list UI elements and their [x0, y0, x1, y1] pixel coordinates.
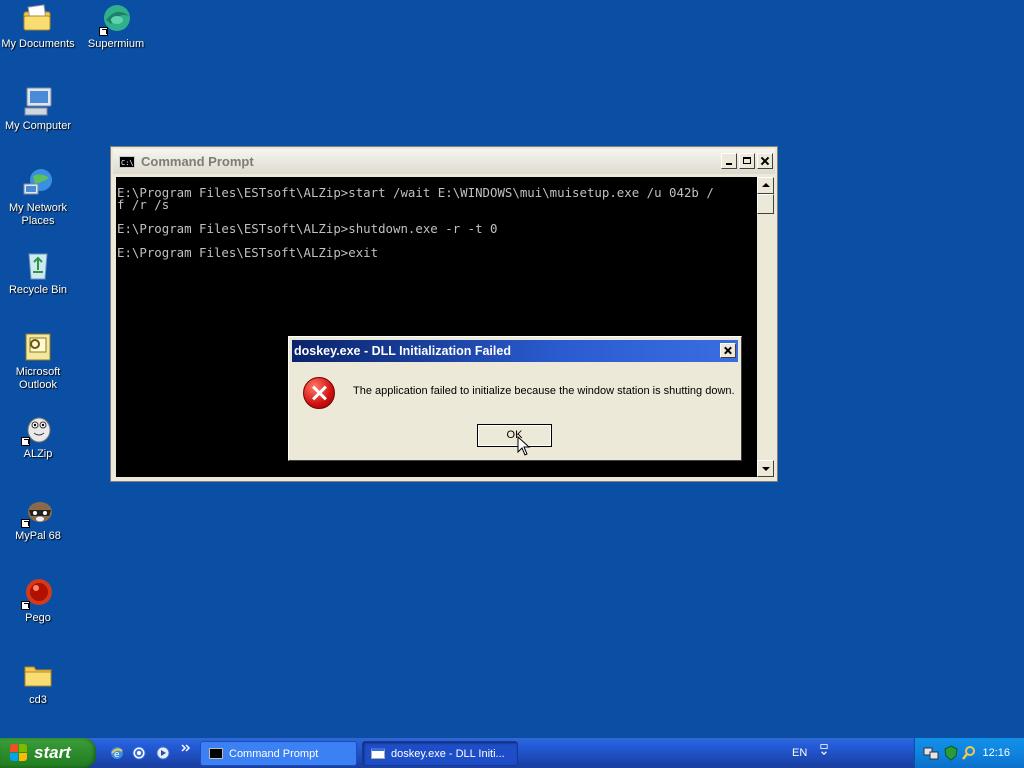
desktop-icon-label: Microsoft Outlook [15, 366, 61, 391]
window-icon [371, 748, 385, 759]
language-bar-options-icon[interactable] [816, 743, 832, 759]
desktop-icon-label: Pego [25, 612, 51, 624]
folder-icon [21, 658, 55, 692]
system-tray: 12:16 [914, 738, 1024, 768]
desktop-icon-my-computer[interactable]: My Computer [0, 84, 76, 133]
desktop-icon-label: cd3 [29, 694, 47, 706]
svg-text:e: e [114, 750, 120, 760]
network-connection-icon[interactable] [923, 745, 939, 761]
desktop-icon-cd3[interactable]: cd3 [0, 658, 76, 707]
network-icon [21, 166, 55, 200]
mypal-icon [21, 494, 55, 528]
browser-icon [99, 2, 133, 36]
folder-documents-icon [21, 2, 55, 36]
outlook-icon [21, 330, 55, 364]
console-icon: C:\ [119, 155, 135, 168]
scroll-down-arrow-icon[interactable] [757, 460, 774, 477]
quick-launch-overflow-icon[interactable] [180, 741, 196, 757]
scroll-up-arrow-icon[interactable] [757, 177, 774, 194]
error-message: The application failed to initialize bec… [353, 385, 735, 397]
desktop-icon-label: Recycle Bin [8, 284, 68, 296]
taskbar-button-label: doskey.exe - DLL Initi... [391, 747, 505, 760]
vertical-scrollbar[interactable] [757, 177, 774, 477]
desktop-icon-mypal-68[interactable]: MyPal 68 [0, 494, 76, 543]
console-line: E:\Program Files\ESTsoft\ALZip>start /wa… [117, 185, 714, 200]
desktop-icon-my-documents[interactable]: My Documents [0, 2, 76, 51]
shortcut-arrow-icon [21, 519, 30, 528]
start-label: start [34, 743, 71, 762]
taskbar-button-doskey-dialog[interactable]: doskey.exe - DLL Initi... [362, 741, 518, 766]
shortcut-arrow-icon [99, 27, 108, 36]
start-button[interactable]: start [0, 738, 96, 768]
desktop-icon-pego[interactable]: Pego [0, 576, 76, 625]
taskbar: start e Command Prompt doskey.exe - DLL … [0, 738, 1024, 768]
dialog-title: doskey.exe - DLL Initialization Failed [294, 344, 511, 358]
error-dialog[interactable]: doskey.exe - DLL Initialization Failed T… [288, 336, 742, 461]
media-player-icon[interactable] [155, 745, 171, 761]
security-shield-icon[interactable] [943, 745, 959, 761]
desktop-icon-my-network-places[interactable]: My Network Places [0, 166, 76, 228]
search-icon[interactable] [961, 745, 977, 761]
console-icon [209, 748, 223, 759]
ok-button[interactable]: OK [477, 424, 552, 447]
desktop-icon-label: ALZip [23, 448, 53, 460]
window-title: Command Prompt [141, 154, 254, 169]
outlook-express-icon[interactable] [131, 745, 147, 761]
shortcut-arrow-icon [21, 437, 30, 446]
scrollbar-thumb[interactable] [757, 194, 774, 214]
desktop-icon-supermium[interactable]: Supermium [78, 2, 154, 51]
minimize-button[interactable] [721, 153, 737, 169]
desktop-icon-label: MyPal 68 [15, 530, 61, 542]
desktop-icon-label: Supermium [87, 38, 145, 50]
internet-explorer-icon[interactable]: e [109, 745, 125, 761]
error-icon [303, 377, 335, 409]
console-line: E:\Program Files\ESTsoft\ALZip>shutdown.… [117, 221, 498, 236]
desktop-icon-recycle-bin[interactable]: Recycle Bin [0, 248, 76, 297]
desktop-icon-microsoft-outlook[interactable]: Microsoft Outlook [0, 330, 76, 392]
console-line: f /r /s [117, 197, 170, 212]
taskbar-button-label: Command Prompt [229, 747, 319, 760]
desktop-icon-alzip[interactable]: ALZip [0, 412, 76, 461]
alzip-icon [21, 412, 55, 446]
error-dialog-titlebar[interactable]: doskey.exe - DLL Initialization Failed [292, 340, 738, 362]
windows-logo-icon [10, 744, 28, 762]
pego-icon [21, 576, 55, 610]
close-button[interactable] [757, 153, 773, 169]
shortcut-arrow-icon [21, 601, 30, 610]
console-line: E:\Program Files\ESTsoft\ALZip>exit [117, 245, 379, 260]
desktop-icon-label: My Computer [4, 120, 72, 132]
command-prompt-titlebar[interactable]: C:\ Command Prompt [113, 149, 775, 174]
clock[interactable]: 12:16 [982, 747, 1010, 759]
desktop-icon-label: My Documents [1, 38, 75, 50]
maximize-button[interactable] [739, 153, 755, 169]
taskbar-button-command-prompt[interactable]: Command Prompt [200, 741, 357, 766]
dialog-close-button[interactable] [720, 343, 736, 358]
recycle-bin-icon [21, 248, 55, 282]
language-indicator[interactable]: EN [792, 747, 807, 759]
desktop-icon-label: My Network Places [8, 202, 68, 227]
mouse-pointer-icon [517, 436, 531, 456]
computer-icon [21, 84, 55, 118]
